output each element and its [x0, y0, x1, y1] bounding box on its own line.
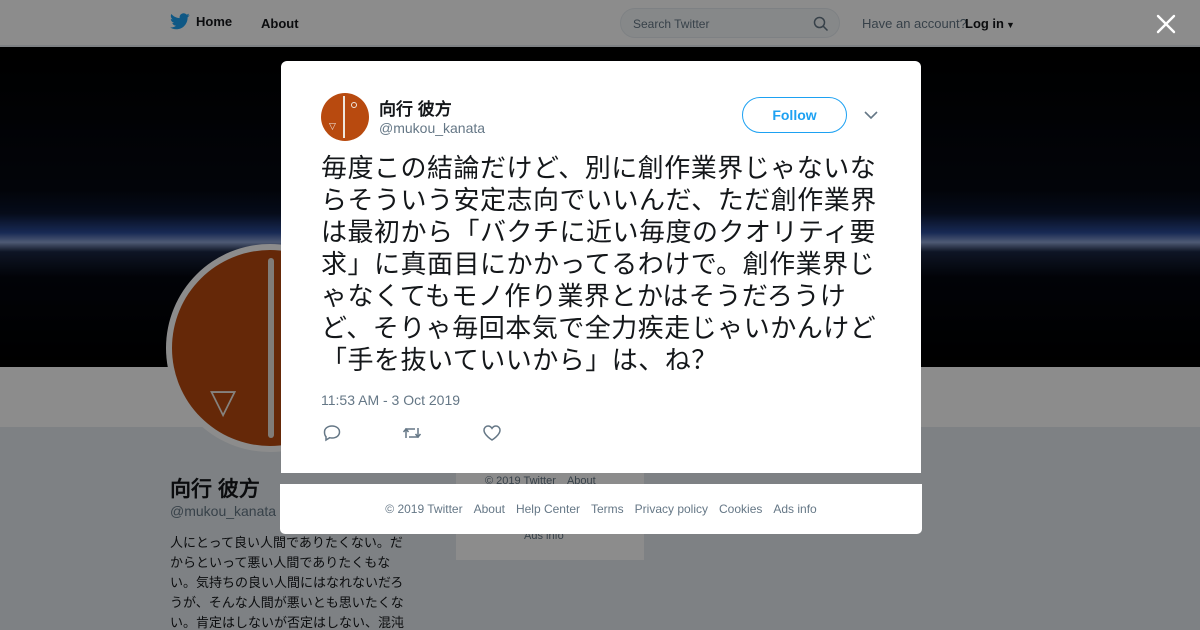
footer-link-terms[interactable]: Terms — [591, 502, 624, 516]
follow-button[interactable]: Follow — [742, 97, 847, 133]
footer-copyright: © 2019 Twitter — [385, 502, 463, 516]
close-icon[interactable] — [1154, 12, 1178, 36]
reply-icon[interactable] — [322, 424, 342, 442]
chevron-down-icon[interactable] — [863, 107, 879, 123]
footer-link-help-center[interactable]: Help Center — [516, 502, 580, 516]
tweet-author-name[interactable]: 向行 彼方 — [379, 95, 452, 120]
footer-link-ads-info[interactable]: Ads info — [773, 502, 816, 516]
like-icon[interactable] — [482, 424, 502, 442]
retweet-icon[interactable] — [402, 424, 422, 442]
tweet-author-handle[interactable]: @mukou_kanata — [379, 120, 485, 136]
tweet-timestamp[interactable]: 11:53 AM - 3 Oct 2019 — [321, 392, 460, 408]
tweet-author-avatar[interactable]: ▽ — [321, 93, 369, 141]
tweet-text: 毎度この結論だけど、別に創作業界じゃないならそういう安定志向でいいんだ、ただ創作… — [321, 154, 877, 376]
modal-footer-links: © 2019 Twitter About Help Center Terms P… — [280, 484, 922, 534]
tweet-modal: ▽ 向行 彼方 @mukou_kanata Follow 毎度この結論だけど、別… — [281, 61, 921, 473]
footer-link-about[interactable]: About — [474, 502, 505, 516]
footer-link-cookies[interactable]: Cookies — [719, 502, 762, 516]
footer-link-privacy-policy[interactable]: Privacy policy — [635, 502, 708, 516]
